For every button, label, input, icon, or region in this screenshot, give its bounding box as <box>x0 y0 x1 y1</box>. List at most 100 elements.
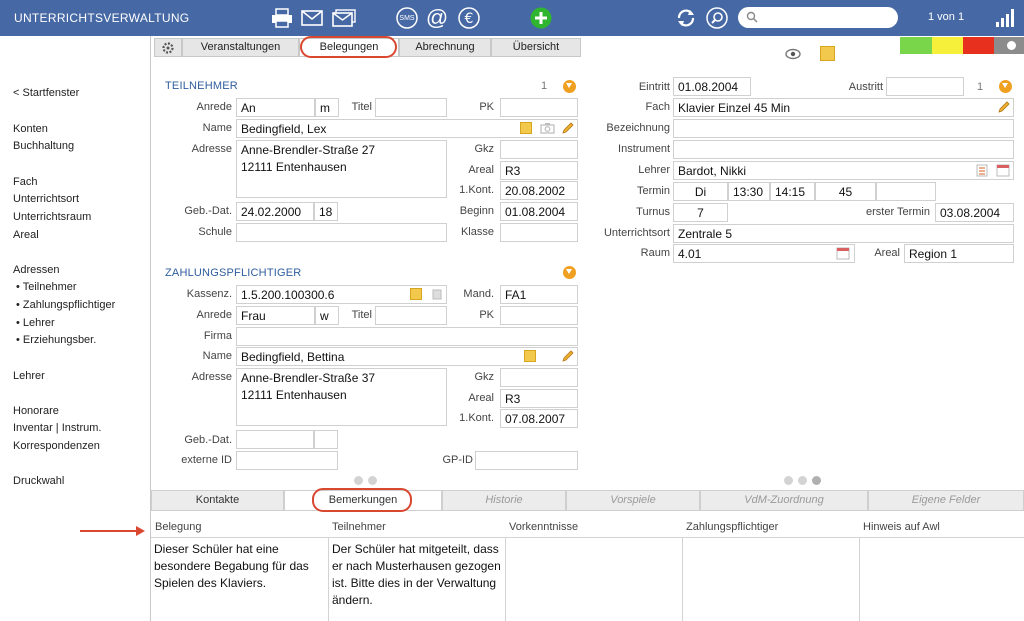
camera-icon[interactable] <box>540 122 555 134</box>
tab-eigene-felder[interactable]: Eigene Felder <box>868 490 1024 511</box>
eye-icon[interactable] <box>785 48 801 60</box>
zahlung-pencil-icon[interactable] <box>561 349 575 363</box>
tab-vdm-zuordnung[interactable]: VdM-Zuordnung <box>700 490 868 511</box>
teilnehmer-gebdat-field[interactable]: 24.02.2000 <box>236 202 314 221</box>
sidebar-item-korrespondenzen[interactable]: Korrespondenzen <box>13 440 100 452</box>
note-teilnehmer[interactable]: Der Schüler hat mitgeteilt, dass er nach… <box>329 537 506 621</box>
sidebar-item-fach[interactable]: Fach <box>13 176 37 188</box>
zahlung-titel-field[interactable] <box>375 306 447 325</box>
teilnehmer-expand-icon[interactable] <box>563 80 576 93</box>
page-dot[interactable] <box>368 476 377 485</box>
note-icon[interactable] <box>820 46 835 61</box>
zahlung-kont-field[interactable]: 07.08.2007 <box>500 409 578 428</box>
status-toggle[interactable] <box>994 37 1024 54</box>
tab-abrechnung[interactable]: Abrechnung <box>399 38 491 57</box>
teilnehmer-areal-field[interactable]: R3 <box>500 161 578 180</box>
printer-icon[interactable] <box>270 6 294 30</box>
eintritt-field[interactable]: 01.08.2004 <box>673 77 751 96</box>
sms-icon[interactable]: SMS <box>395 6 419 30</box>
calendar-icon[interactable] <box>996 163 1010 177</box>
status-green[interactable] <box>900 37 932 54</box>
zahlung-note-icon[interactable] <box>524 350 536 362</box>
erster-termin-field[interactable]: 03.08.2004 <box>935 203 1014 222</box>
zahlung-gpid-field[interactable] <box>475 451 578 470</box>
termin-bis-field[interactable]: 14:15 <box>770 182 815 201</box>
zahlung-pk-field[interactable] <box>500 306 578 325</box>
refresh-icon[interactable] <box>674 6 698 30</box>
pencil-icon[interactable] <box>561 121 575 135</box>
status-red[interactable] <box>963 37 994 54</box>
sidebar-item-unterrichtsraum[interactable]: Unterrichtsraum <box>13 211 91 223</box>
search-input[interactable] <box>738 7 898 28</box>
page-dot[interactable] <box>354 476 363 485</box>
austritt-field[interactable] <box>886 77 964 96</box>
at-icon[interactable]: @ <box>425 5 449 30</box>
sidebar-item-adressen[interactable]: Adressen <box>13 264 59 276</box>
termin-von-field[interactable]: 13:30 <box>728 182 770 201</box>
teilnehmer-pk-field[interactable] <box>500 98 578 117</box>
fach-field[interactable]: Klavier Einzel 45 Min <box>673 98 1014 117</box>
note-zahlungspflichtiger[interactable] <box>683 537 860 621</box>
zahlung-anrede-field[interactable]: Frau <box>236 306 315 325</box>
zahlung-alter-field[interactable] <box>314 430 338 449</box>
teilnehmer-alter-field[interactable]: 18 <box>314 202 338 221</box>
teilnehmer-titel-field[interactable] <box>375 98 447 117</box>
tab-vorspiele[interactable]: Vorspiele <box>566 490 700 511</box>
note-belegung[interactable]: Dieser Schüler hat eine besondere Begabu… <box>151 537 329 621</box>
tab-veranstaltungen[interactable]: Veranstaltungen <box>182 38 299 57</box>
belegung-expand-icon[interactable] <box>999 80 1012 93</box>
page-dot[interactable] <box>784 476 793 485</box>
raum-field[interactable]: 4.01 <box>673 244 855 263</box>
note-hinweis[interactable] <box>860 537 1024 621</box>
kassenz-note-icon[interactable] <box>410 288 422 300</box>
zahlung-gebdat-field[interactable] <box>236 430 314 449</box>
zahlung-firma-field[interactable] <box>236 327 578 346</box>
zahlung-gkz-field[interactable] <box>500 368 578 387</box>
search-icon[interactable] <box>705 6 729 30</box>
termin-dauer-field[interactable]: 45 <box>815 182 876 201</box>
teilnehmer-adresse-field[interactable]: Anne-Brendler-Straße 27 12111 Entenhause… <box>236 140 447 198</box>
zahlung-geschlecht-field[interactable]: w <box>315 306 339 325</box>
instrument-field[interactable] <box>673 140 1014 159</box>
zahlung-adresse-field[interactable]: Anne-Brendler-Straße 37 12111 Entenhause… <box>236 368 447 426</box>
tab-historie[interactable]: Historie <box>442 490 566 511</box>
raum-calendar-icon[interactable] <box>836 246 850 260</box>
zahlung-externe-id-field[interactable] <box>236 451 338 470</box>
teilnehmer-geschlecht-field[interactable]: m <box>315 98 339 117</box>
sidebar-back-link[interactable]: < Startfenster <box>13 87 79 99</box>
teilnehmer-klasse-field[interactable] <box>500 223 578 242</box>
raum-areal-field[interactable]: Region 1 <box>904 244 1014 263</box>
note-vorkenntnisse[interactable] <box>506 537 683 621</box>
page-dot[interactable] <box>798 476 807 485</box>
teilnehmer-beginn-field[interactable]: 01.08.2004 <box>500 202 578 221</box>
sidebar-item-teilnehmer[interactable]: • Teilnehmer <box>16 281 77 293</box>
teilnehmer-note-icon[interactable] <box>520 122 532 134</box>
copy-icon[interactable] <box>431 288 443 300</box>
tab-uebersicht[interactable]: Übersicht <box>491 38 581 57</box>
termin-tag-field[interactable]: Di <box>673 182 728 201</box>
unterrichtsort-field[interactable]: Zentrale 5 <box>673 224 1014 243</box>
list-icon[interactable] <box>976 164 988 177</box>
termin-extra-field[interactable] <box>876 182 936 201</box>
teilnehmer-kont-field[interactable]: 20.08.2002 <box>500 181 578 200</box>
teilnehmer-anrede-field[interactable]: An <box>236 98 315 117</box>
sidebar-item-druckwahl[interactable]: Druckwahl <box>13 475 64 487</box>
teilnehmer-schule-field[interactable] <box>236 223 447 242</box>
lehrer-field[interactable]: Bardot, Nikki <box>673 161 1014 180</box>
teilnehmer-gkz-field[interactable] <box>500 140 578 159</box>
sidebar-item-unterrichtsort[interactable]: Unterrichtsort <box>13 193 79 205</box>
sidebar-item-buchhaltung[interactable]: Buchhaltung <box>13 140 74 152</box>
bezeichnung-field[interactable] <box>673 119 1014 138</box>
sidebar-item-areal[interactable]: Areal <box>13 229 39 241</box>
euro-icon[interactable]: € <box>457 6 481 30</box>
page-dot-active[interactable] <box>812 476 821 485</box>
sidebar-item-konten[interactable]: Konten <box>13 123 48 135</box>
sidebar-item-lehrer-adresse[interactable]: • Lehrer <box>16 317 55 329</box>
zahlung-areal-field[interactable]: R3 <box>500 389 578 408</box>
turnus-field[interactable]: 7 <box>673 203 728 222</box>
sidebar-item-zahlungspflichtiger[interactable]: • Zahlungspflichtiger <box>16 299 115 311</box>
settings-tab[interactable] <box>154 38 182 57</box>
status-yellow[interactable] <box>932 37 963 54</box>
zahlung-expand-icon[interactable] <box>563 266 576 279</box>
fach-pencil-icon[interactable] <box>997 100 1011 114</box>
